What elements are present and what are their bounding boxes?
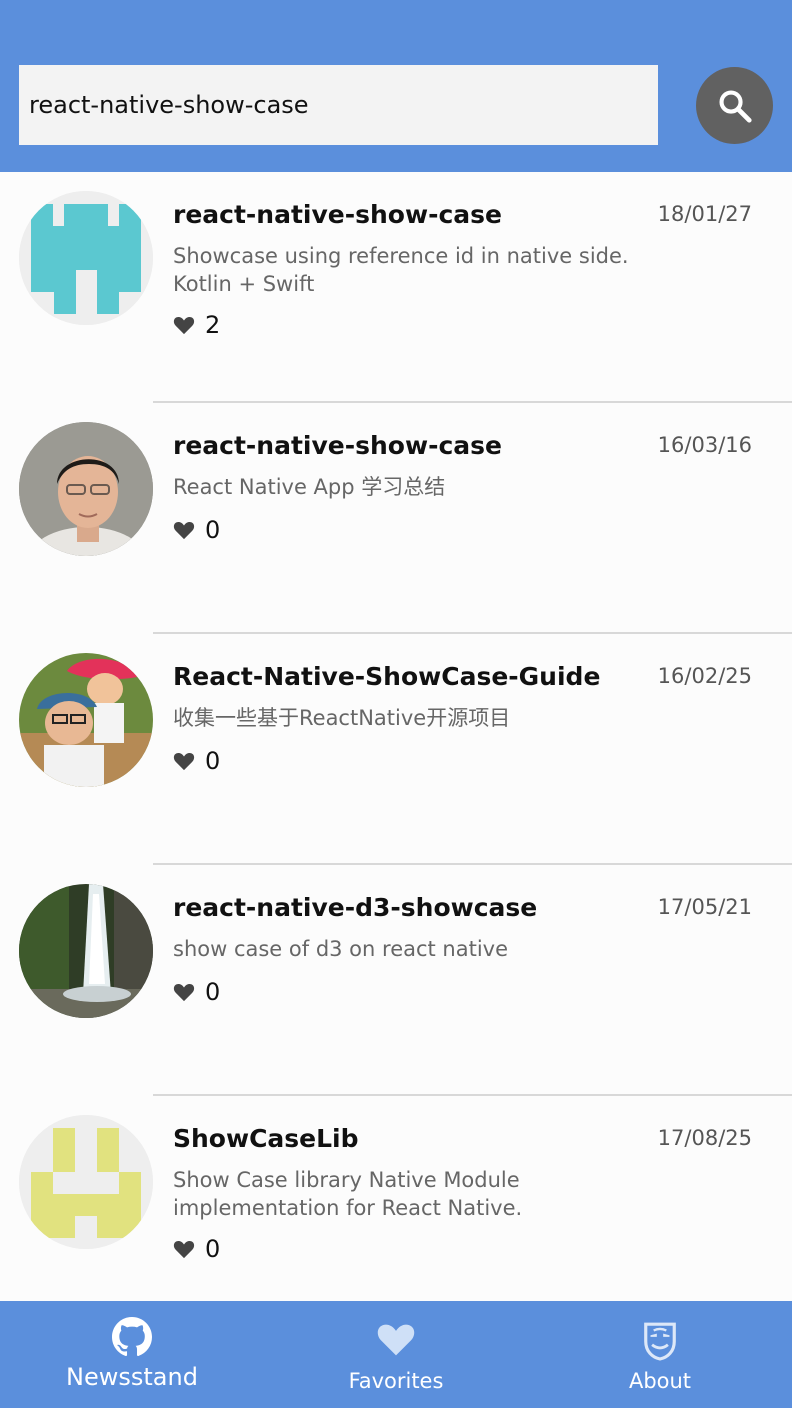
- likes-count: 2: [205, 311, 221, 339]
- tab-favorites-label: Favorites: [348, 1369, 444, 1393]
- header: [0, 0, 792, 172]
- repo-date: 18/01/27: [657, 202, 752, 226]
- repo-date: 16/02/25: [657, 664, 752, 688]
- repo-description: React Native App 学习总结: [173, 475, 446, 499]
- repo-description: 收集一些基于ReactNative开源项目: [173, 706, 511, 730]
- search-button[interactable]: [696, 67, 773, 144]
- tab-bar: Newsstand Favorites About: [0, 1301, 792, 1408]
- likes: 2: [173, 311, 220, 339]
- results-list: react-native-show-case 18/01/27 Showcase…: [0, 172, 792, 1301]
- likes-count: 0: [205, 978, 221, 1006]
- repo-date: 17/08/25: [657, 1126, 752, 1150]
- avatar: [19, 1115, 153, 1249]
- likes-count: 0: [205, 1235, 221, 1263]
- likes: 0: [173, 1235, 220, 1263]
- heart-icon[interactable]: [173, 315, 195, 335]
- repo-title[interactable]: react-native-d3-showcase: [173, 893, 537, 922]
- heart-icon: [377, 1324, 415, 1356]
- heart-icon[interactable]: [173, 982, 195, 1002]
- list-item[interactable]: react-native-d3-showcase 17/05/21 show c…: [0, 865, 792, 1096]
- avatar: [19, 884, 153, 1018]
- list-item[interactable]: ShowCaseLib 17/08/25 Show Case library N…: [0, 1096, 792, 1301]
- repo-title[interactable]: React-Native-ShowCase-Guide: [173, 662, 600, 691]
- repo-title[interactable]: ShowCaseLib: [173, 1124, 359, 1153]
- repo-title[interactable]: react-native-show-case: [173, 431, 502, 460]
- list-item[interactable]: React-Native-ShowCase-Guide 16/02/25 收集一…: [0, 634, 792, 865]
- likes-count: 0: [205, 747, 221, 775]
- likes: 0: [173, 978, 220, 1006]
- avatar: [19, 422, 153, 556]
- repo-date: 17/05/21: [657, 895, 752, 919]
- repo-description: Show Case library Native Module implemen…: [173, 1168, 523, 1220]
- repo-date: 16/03/16: [657, 433, 752, 457]
- tab-favorites[interactable]: Favorites: [264, 1301, 528, 1408]
- avatar: [19, 191, 153, 325]
- likes: 0: [173, 747, 220, 775]
- tab-newsstand-label: Newsstand: [66, 1363, 198, 1391]
- list-item[interactable]: react-native-show-case 16/03/16 React Na…: [0, 403, 792, 634]
- tab-newsstand[interactable]: Newsstand: [0, 1301, 264, 1408]
- github-icon: [112, 1317, 152, 1357]
- tab-about[interactable]: About: [528, 1301, 792, 1408]
- mask-icon: [644, 1322, 676, 1361]
- repo-title[interactable]: react-native-show-case: [173, 200, 502, 229]
- heart-icon[interactable]: [173, 751, 195, 771]
- search-input[interactable]: [19, 65, 658, 145]
- heart-icon[interactable]: [173, 1239, 195, 1259]
- search-icon: [718, 89, 752, 123]
- likes: 0: [173, 516, 220, 544]
- repo-description: Showcase using reference id in native si…: [173, 244, 629, 296]
- repo-description: show case of d3 on react native: [173, 937, 509, 961]
- avatar: [19, 653, 153, 787]
- list-item[interactable]: react-native-show-case 18/01/27 Showcase…: [0, 172, 792, 403]
- tab-about-label: About: [628, 1369, 692, 1393]
- likes-count: 0: [205, 516, 221, 544]
- heart-icon[interactable]: [173, 520, 195, 540]
